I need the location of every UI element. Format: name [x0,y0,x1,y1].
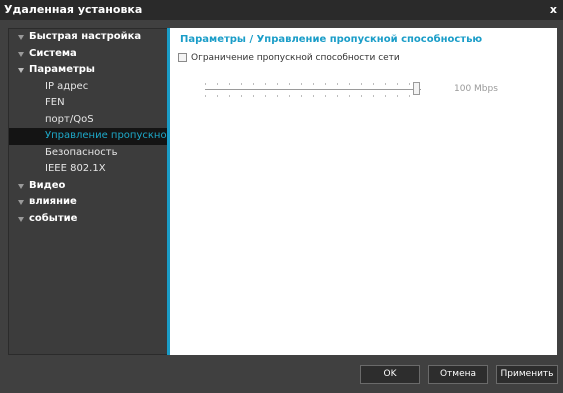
expanded-triangle-icon[interactable] [18,68,24,73]
slider-tick [409,83,410,85]
slider-tick [241,83,242,85]
title-bar: Удаленная установка x [0,0,563,20]
collapsed-triangle-icon[interactable] [18,183,24,189]
slider-tick [373,83,374,85]
slider-thumb[interactable] [413,82,420,95]
slider-tick [289,95,290,97]
slider-tick [337,83,338,85]
slider-tick [253,95,254,97]
slider-ticks [205,80,415,100]
collapsed-triangle-icon[interactable] [18,216,24,222]
tree-category[interactable]: событие [9,211,167,228]
tree-item-label: FEN [45,97,65,108]
slider-tick [385,83,386,85]
ok-button[interactable]: OK [360,365,420,384]
slider-tick [265,83,266,85]
bandwidth-panel: Параметры / Управление пропускной способ… [167,28,557,355]
window-title: Удаленная установка [4,3,143,16]
slider-tick [397,83,398,85]
slider-tick [205,95,206,97]
close-icon[interactable]: x [550,0,557,20]
tree-item[interactable]: IP адрес [9,79,167,96]
tree-item-label: порт/QoS [45,113,94,125]
bandwidth-value: 100 Mbps [454,84,498,94]
collapsed-triangle-icon[interactable] [18,200,24,205]
slider-tick [361,95,362,97]
tree-item[interactable]: порт/QoS [9,112,167,129]
tree-item[interactable]: IEEE 802.1X [9,161,167,178]
tree-item[interactable]: Управление пропускной спос [9,128,167,145]
tree-category[interactable]: Система [9,46,167,63]
tree-item-label: влияние [29,196,77,207]
settings-tree-panel: Быстрая настройка Система Параметры IP адре… [8,28,168,355]
tree-category[interactable]: Параметры [9,62,167,79]
slider-tick [313,83,314,85]
slider-tick [337,95,338,97]
slider-tick [349,83,350,85]
slider-tick [253,83,254,85]
tree-category[interactable]: влияние [9,194,167,211]
tree-item[interactable]: FEN [9,95,167,112]
slider-tick [229,83,230,85]
slider-tick [217,95,218,97]
tree-category[interactable]: Видео [9,178,167,195]
tree-item-label: Параметры [29,64,95,75]
slider-tick [277,83,278,85]
slider-tick [277,95,278,97]
tree-item-label: IEEE 802.1X [45,163,106,174]
tree-item[interactable]: Безопасность [9,145,167,162]
tree-item-label: IP адрес [45,80,89,92]
apply-button[interactable]: Применить [496,365,558,384]
tree-item-label: Безопасность [45,146,118,158]
slider-tick [229,95,230,97]
slider-tick [313,95,314,97]
slider-tick [361,83,362,85]
slider-track[interactable] [205,89,421,90]
slider-tick [205,83,206,85]
slider-tick [301,95,302,97]
slider-tick [301,83,302,85]
slider-tick [349,95,350,97]
settings-tree: Быстрая настройка Система Параметры IP адре… [9,29,167,227]
tree-item-label: Видео [29,179,66,191]
tree-item-label: Быстрая настройка [29,31,142,42]
slider-tick [289,83,290,85]
slider-tick [409,95,410,97]
tree-item-label: Система [29,47,77,59]
page-title: Параметры / Управление пропускной способ… [180,34,483,45]
collapsed-triangle-icon[interactable] [18,35,24,40]
slider-tick [325,95,326,97]
slider-tick [397,95,398,97]
bandwidth-limit-checkbox[interactable] [178,53,187,62]
slider-tick [325,83,326,85]
tree-category[interactable]: Быстрая настройка [9,29,167,46]
bandwidth-limit-label: Ограничение пропускной способности сети [191,52,400,63]
slider-tick [385,95,386,97]
slider-tick [373,95,374,97]
slider-tick [265,95,266,97]
tree-item-label: событие [29,212,78,224]
remote-setup-window: Удаленная установка x Быстрая настройка С… [0,0,563,393]
bandwidth-slider[interactable] [205,80,425,100]
tree-item-label: Управление пропускной спос [45,130,167,141]
slider-tick [217,83,218,85]
collapsed-triangle-icon[interactable] [18,51,24,57]
slider-tick [241,95,242,97]
cancel-button[interactable]: Отмена [428,365,488,384]
bandwidth-limit-row[interactable]: Ограничение пропускной способности сети [178,51,400,64]
